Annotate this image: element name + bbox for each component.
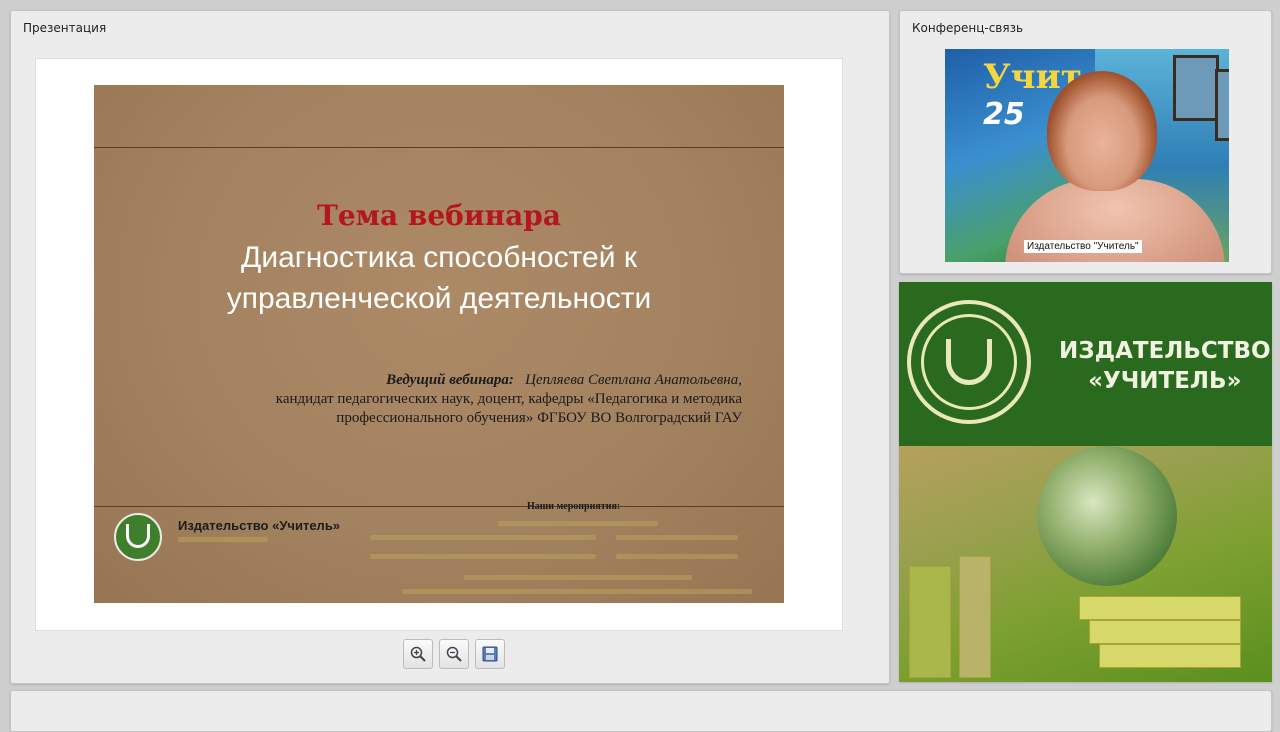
book-image [1079, 596, 1241, 620]
wall-picture [1215, 69, 1229, 141]
wall-picture [1173, 55, 1219, 121]
book-image [909, 566, 951, 678]
presentation-panel-title: Презентация [23, 21, 107, 35]
slide-viewer: Тема вебинара Диагностика способностей к… [35, 58, 843, 631]
presenter-name: Цепляева Светлана Анатольевна, [525, 372, 742, 388]
bottom-panel [10, 690, 1272, 732]
conference-panel: Конференц-связь Учит 25 Издательство "Уч… [899, 10, 1272, 274]
brand-header: ИЗДАТЕЛЬСТВО «УЧИТЕЛЬ» [899, 282, 1272, 446]
slide-brand-name: Издательство «Учитель» [178, 518, 341, 533]
zoom-out-button[interactable] [439, 639, 469, 669]
slide-toolbar [403, 639, 505, 669]
book-image [1099, 644, 1241, 668]
faint-link [178, 537, 268, 542]
books-photo [899, 446, 1272, 682]
faint-link [616, 554, 738, 559]
video-feed[interactable]: Учит 25 Издательство "Учитель" [945, 49, 1229, 262]
faint-link [498, 521, 658, 526]
brand-name-line2: «УЧИТЕЛЬ» [1088, 368, 1242, 394]
brand-banner: ИЗДАТЕЛЬСТВО «УЧИТЕЛЬ» [899, 282, 1272, 682]
slide-events-label: Наши мероприятия: [527, 501, 621, 512]
presenter-affiliation: профессионального обучения» ФГБОУ ВО Вол… [336, 410, 742, 426]
save-button[interactable] [475, 639, 505, 669]
conference-panel-title: Конференц-связь [912, 21, 1024, 35]
book-image [959, 556, 991, 678]
globe-image [1037, 446, 1177, 586]
brand-name-line1: ИЗДАТЕЛЬСТВО [1059, 338, 1271, 364]
zoom-in-button[interactable] [403, 639, 433, 669]
presentation-panel: Презентация Тема вебинара Диагностика сп… [10, 10, 890, 684]
presenter-degree: кандидат педагогических наук, доцент, ка… [275, 391, 742, 407]
faint-link [370, 535, 596, 540]
presenter-label: Ведущий вебинара [386, 372, 509, 388]
faint-link [402, 589, 752, 594]
zoom-in-icon [410, 646, 426, 662]
save-icon [482, 646, 498, 662]
slide-heading: Тема вебинара [317, 199, 561, 232]
logo-book-icon [921, 314, 1017, 410]
video-caption: Издательство "Учитель" [1024, 240, 1142, 253]
zoom-out-icon [446, 646, 462, 662]
slide-bottom-rule [94, 506, 784, 507]
slide-top-rule [94, 147, 784, 148]
poster-number: 25 [983, 97, 1025, 132]
faint-link [464, 575, 692, 580]
brand-name: ИЗДАТЕЛЬСТВО «УЧИТЕЛЬ» [1059, 336, 1271, 396]
publisher-logo-icon [907, 300, 1031, 424]
faint-link [616, 535, 738, 540]
publisher-logo-icon [114, 513, 162, 561]
faint-link [370, 554, 596, 559]
slide: Тема вебинара Диагностика способностей к… [94, 85, 784, 603]
slide-topic: Диагностика способностей к управленческо… [226, 241, 652, 315]
speaker-head [1047, 71, 1157, 191]
book-image [1089, 620, 1241, 644]
presenter-info: Ведущий вебинара: Цепляева Светлана Анат… [142, 371, 742, 428]
